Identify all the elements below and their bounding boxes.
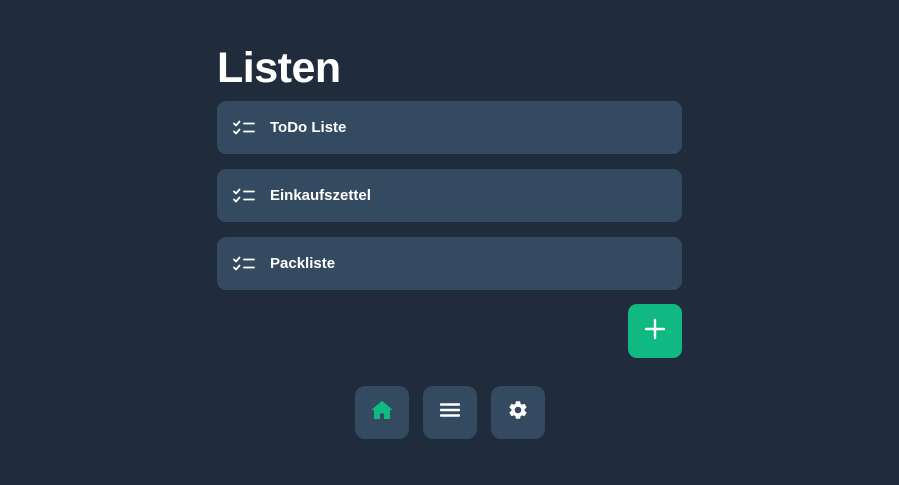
nav-menu-button[interactable]	[423, 386, 477, 439]
menu-icon	[439, 402, 461, 423]
lists-container: ToDo Liste Einkaufszettel Packliste	[217, 101, 682, 305]
bottom-nav	[355, 386, 545, 439]
checklist-icon	[233, 120, 255, 136]
nav-settings-button[interactable]	[491, 386, 545, 439]
gear-icon	[507, 399, 529, 426]
list-item-einkaufszettel[interactable]: Einkaufszettel	[217, 169, 682, 222]
page-title: Listen	[217, 44, 341, 92]
checklist-icon	[233, 188, 255, 204]
list-item-todo[interactable]: ToDo Liste	[217, 101, 682, 154]
nav-home-button[interactable]	[355, 386, 409, 439]
list-item-packliste[interactable]: Packliste	[217, 237, 682, 290]
list-item-label: ToDo Liste	[270, 119, 347, 136]
page: Listen ToDo Liste Einkaufszettel Packlis…	[0, 0, 899, 485]
checklist-icon	[233, 256, 255, 272]
list-item-label: Packliste	[270, 255, 336, 272]
home-icon	[371, 400, 393, 425]
add-list-button[interactable]	[628, 304, 682, 358]
plus-icon	[644, 318, 666, 345]
list-item-label: Einkaufszettel	[270, 187, 371, 204]
